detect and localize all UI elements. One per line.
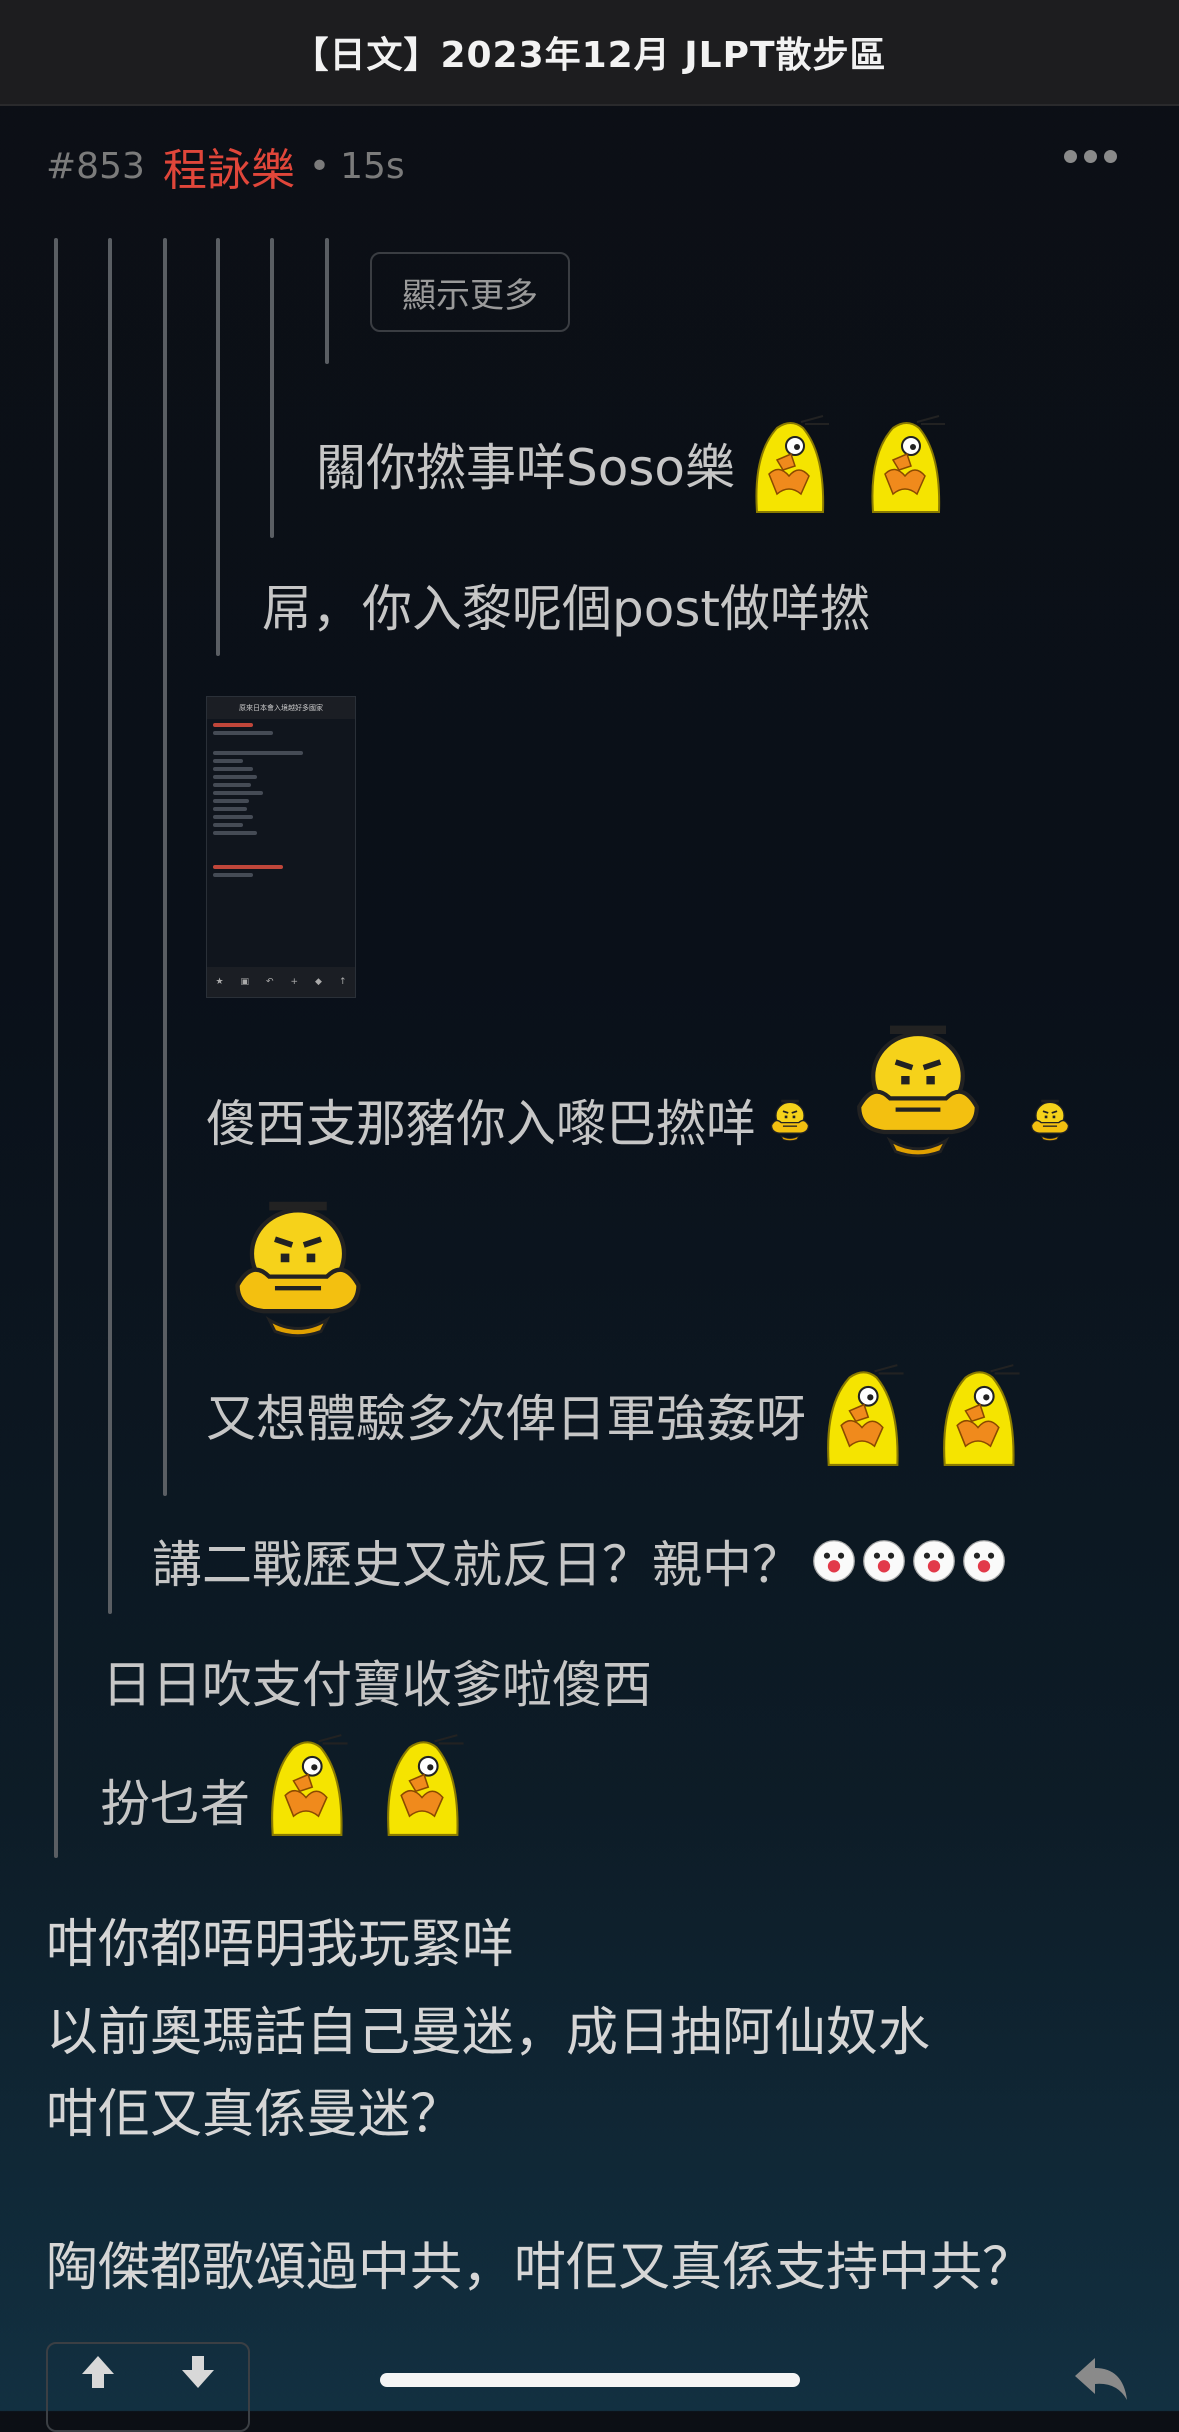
body-line-1: 咁你都唔明我玩緊咩 — [46, 1915, 515, 1975]
page-title: 【日文】2023年12月 JLPT散步區 — [292, 35, 887, 76]
quote-line-2 — [108, 238, 112, 1614]
quote-text-2: 日日吹支付寶收爹啦傻西 — [102, 1650, 652, 1714]
quote-line-1 — [54, 238, 58, 1858]
quote-text-6: 關你撚事咩Soso樂 — [316, 414, 955, 514]
clown-emoji-icon — [912, 1539, 956, 1583]
arrow-up-icon[interactable] — [78, 2352, 118, 2392]
show-more-button[interactable]: 顯示更多 — [370, 252, 570, 332]
vote-box — [46, 2342, 250, 2432]
quote-line-3 — [163, 238, 167, 1496]
home-indicator[interactable] — [380, 2373, 800, 2387]
chick-emoji-icon — [739, 414, 839, 514]
arrow-down-icon[interactable] — [178, 2352, 218, 2392]
quote-line-6 — [325, 238, 329, 364]
reply-icon[interactable] — [1071, 2354, 1131, 2404]
quote-line-4 — [216, 238, 220, 656]
quote-6-label: 關你撚事咩Soso樂 — [316, 439, 735, 497]
angry-face-emoji-icon — [760, 1098, 820, 1142]
chick-emoji-icon — [926, 1363, 1030, 1467]
username[interactable]: 程詠樂 — [163, 134, 295, 198]
top-bar: 【日文】2023年12月 JLPT散步區 — [0, 0, 1179, 106]
chick-emoji-icon — [254, 1733, 358, 1837]
quote-text-4a: 傻西支那豬你入嚟巴撚咩 — [206, 1020, 1080, 1160]
quote-text-5: 屌，你入黎呢個post做咩撚 — [262, 570, 870, 640]
post-header: #853 程詠樂 • 15s — [46, 136, 405, 196]
angry-face-emoji-icon — [208, 1196, 388, 1340]
post-time: 15s — [340, 145, 405, 187]
chick-emoji-icon — [855, 414, 955, 514]
quote-text-1: 扮乜者 — [100, 1730, 474, 1840]
chick-emoji-icon — [370, 1733, 474, 1837]
quote-2-label: 日日吹支付寶收爹啦傻西 — [102, 1656, 652, 1714]
chick-emoji-icon — [810, 1363, 914, 1467]
angry-face-emoji-icon — [1020, 1098, 1080, 1142]
body-line-4: 陶傑都歌頌過中共，咁佢又真係支持中共？ — [46, 2238, 1035, 2298]
thumbnail-header: 原來日本會入境越好多國家 — [207, 697, 355, 719]
quote-3-label: 講二戰歷史又就反日？親中？ — [152, 1536, 802, 1594]
clown-emoji-icon — [812, 1539, 856, 1583]
quote-5-label: 屌，你入黎呢個post做咩撚 — [262, 580, 870, 638]
quote-1-label: 扮乜者 — [100, 1775, 250, 1833]
quote-text-3: 講二戰歷史又就反日？親中？ — [152, 1530, 1006, 1594]
quote-line-5 — [270, 238, 274, 538]
quote-text-4b: 又想體驗多次俾日軍強姦呀 — [206, 1360, 1030, 1470]
angry-face-emoji-icon — [830, 1020, 1006, 1160]
post-number: #853 — [46, 145, 145, 187]
more-dots-icon[interactable] — [1064, 150, 1117, 163]
clown-emoji-icon — [962, 1539, 1006, 1583]
screenshot-thumbnail[interactable]: 原來日本會入境越好多國家 ★ ▣ ↶ + ◆ ↑ — [206, 696, 356, 998]
body-line-2: 以前奧瑪話自己曼迷，成日抽阿仙奴水 — [46, 2003, 931, 2063]
quote-4b-label: 又想體驗多次俾日軍強姦呀 — [206, 1390, 806, 1448]
quote-4a-label: 傻西支那豬你入嚟巴撚咩 — [206, 1095, 756, 1153]
body-line-3: 咁佢又真係曼迷？ — [46, 2085, 463, 2145]
clown-emoji-icon — [862, 1539, 906, 1583]
separator-dot: • — [308, 145, 331, 187]
